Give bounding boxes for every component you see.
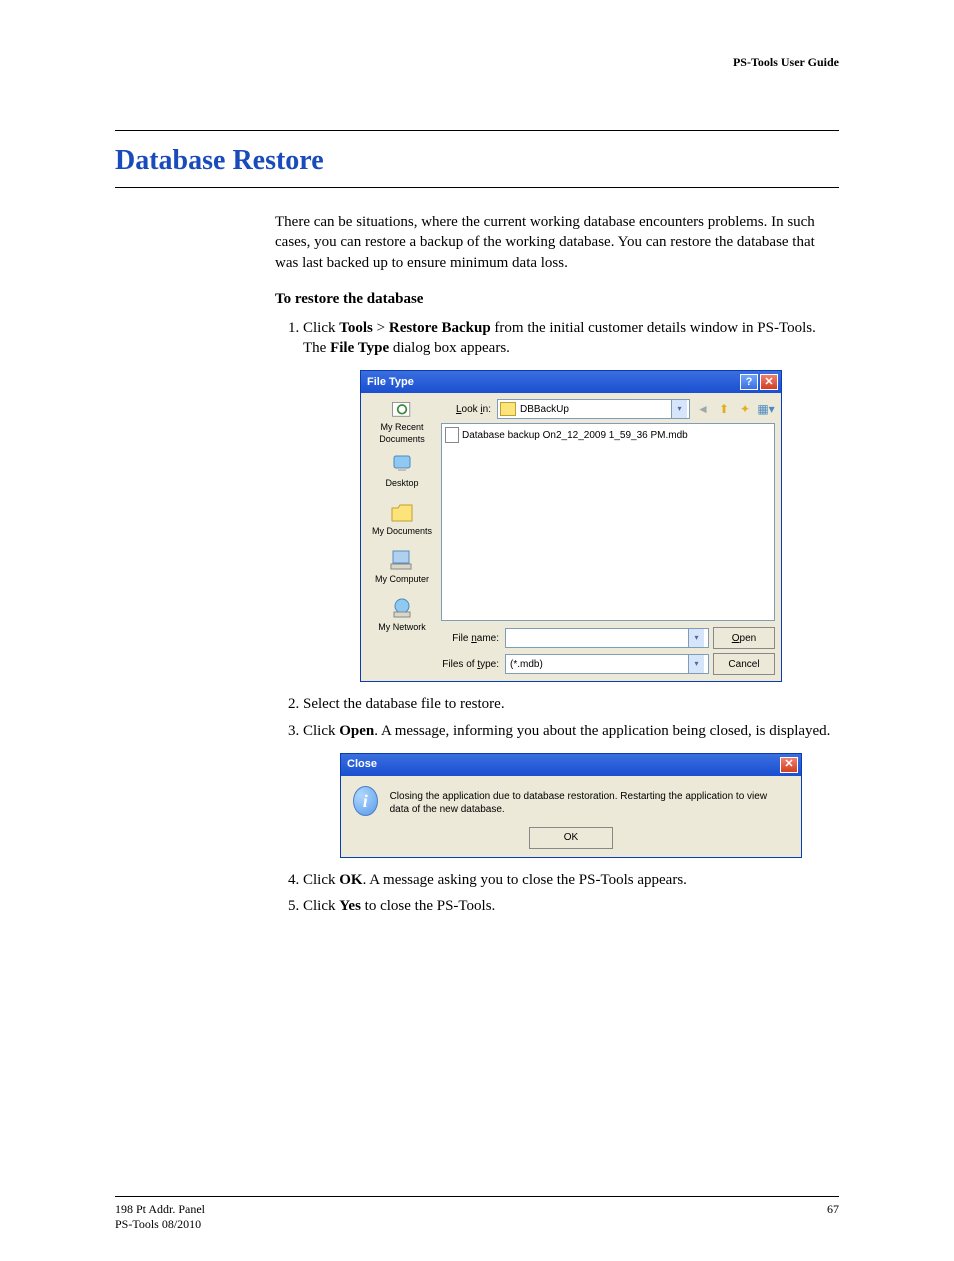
views-icon[interactable]: ▦▾	[757, 400, 775, 418]
page-footer: 198 Pt Addr. Panel PS-Tools 08/2010 67	[115, 1196, 839, 1231]
close-message-dialog: Close ✕ i Closing the application due to…	[340, 753, 802, 858]
close-icon[interactable]: ✕	[780, 757, 798, 773]
places-bar: My Recent Documents Desktop My Documents…	[367, 399, 437, 675]
step-3: Click Open. A message, informing you abo…	[303, 721, 839, 858]
back-icon[interactable]: ◄	[694, 400, 712, 418]
cancel-button[interactable]: Cancel	[713, 653, 775, 675]
msg-text: Closing the application due to database …	[390, 786, 789, 817]
doc-header: PS-Tools User Guide	[115, 55, 839, 70]
step-2: Select the database file to restore.	[303, 694, 839, 714]
ok-button[interactable]: OK	[529, 827, 613, 849]
help-icon[interactable]: ?	[740, 374, 758, 390]
file-dialog-titlebar: File Type ? ✕	[361, 371, 781, 393]
sidebar-mydocs[interactable]: My Documents	[371, 495, 433, 541]
sidebar-mynetwork[interactable]: My Network	[371, 591, 433, 637]
rule-under-title	[115, 187, 839, 188]
close-icon[interactable]: ✕	[760, 374, 778, 390]
msg-titlebar: Close ✕	[341, 754, 801, 776]
open-button[interactable]: Open	[713, 627, 775, 649]
info-icon: i	[353, 786, 378, 816]
dropdown-icon[interactable]: ▾	[688, 655, 704, 673]
procedure-heading: To restore the database	[275, 291, 839, 308]
step-4: Click OK. A message asking you to close …	[303, 870, 839, 890]
up-icon[interactable]: ⬆	[715, 400, 733, 418]
file-list-item[interactable]: Database backup On2_12_2009 1_59_36 PM.m…	[445, 427, 771, 443]
sidebar-mycomputer[interactable]: My Computer	[371, 543, 433, 589]
page-title: Database Restore	[115, 145, 839, 177]
look-in-value: DBBackUp	[520, 403, 569, 417]
rule-top	[115, 130, 839, 131]
procedure-list: Click Tools > Restore Backup from the in…	[275, 318, 839, 917]
new-folder-icon[interactable]: ✦	[736, 400, 754, 418]
footer-line1: 198 Pt Addr. Panel	[115, 1202, 205, 1216]
step-5: Click Yes to close the PS-Tools.	[303, 896, 839, 916]
folder-icon	[500, 402, 516, 416]
footer-line2: PS-Tools 08/2010	[115, 1217, 205, 1231]
file-list[interactable]: Database backup On2_12_2009 1_59_36 PM.m…	[441, 423, 775, 621]
toolbar-icons: ◄ ⬆ ✦ ▦▾	[694, 400, 775, 418]
filename-label: File name:	[441, 632, 501, 646]
sidebar-desktop[interactable]: Desktop	[371, 447, 433, 493]
page-number: 67	[827, 1202, 839, 1231]
dropdown-icon[interactable]: ▾	[688, 629, 704, 647]
sidebar-recent[interactable]: My Recent Documents	[371, 399, 433, 445]
filetype-combo[interactable]: (*.mdb)▾	[505, 654, 709, 674]
file-dialog-title: File Type	[367, 375, 414, 390]
look-in-combo[interactable]: DBBackUp ▾	[497, 399, 690, 419]
mdb-file-icon	[445, 427, 459, 443]
file-name: Database backup On2_12_2009 1_59_36 PM.m…	[462, 429, 688, 443]
dropdown-icon[interactable]: ▾	[671, 400, 687, 418]
msg-title: Close	[347, 757, 377, 772]
step-1: Click Tools > Restore Backup from the in…	[303, 318, 839, 683]
look-in-label: Look in:	[441, 403, 493, 417]
filetype-label: Files of type:	[441, 658, 501, 672]
filename-input[interactable]: ▾	[505, 628, 709, 648]
file-type-dialog: File Type ? ✕ My Recent Documents Deskto…	[360, 370, 782, 682]
intro-paragraph: There can be situations, where the curre…	[275, 212, 839, 273]
